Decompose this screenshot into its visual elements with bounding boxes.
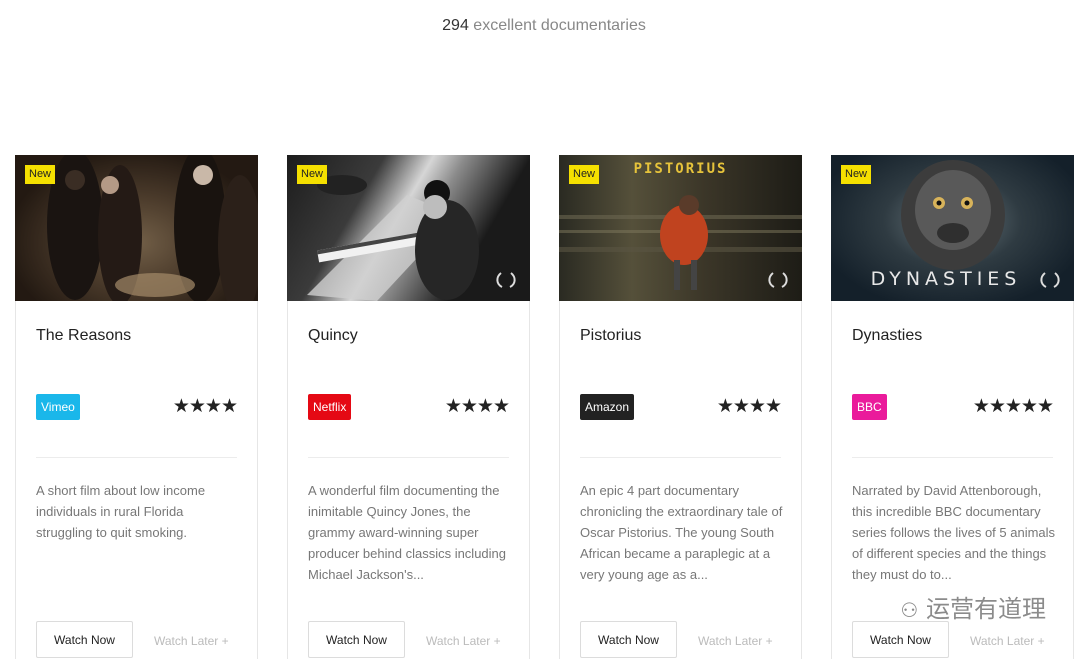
documentary-count: 294 excellent documentaries <box>0 17 1080 35</box>
laurel-icon <box>1040 272 1060 288</box>
card-title[interactable]: Pistorius <box>580 327 641 345</box>
star-rating: ★★★★ <box>716 396 782 417</box>
card-divider <box>580 457 781 458</box>
watch-now-button[interactable]: Watch Now <box>580 621 677 658</box>
thumbnail-image[interactable]: New <box>287 155 530 301</box>
watch-now-button[interactable]: Watch Now <box>852 621 949 658</box>
documentary-card: New The Reasons Vimeo ★★★★ A short film … <box>15 155 258 659</box>
card-title[interactable]: The Reasons <box>36 327 131 345</box>
new-badge: New <box>569 165 600 184</box>
new-badge: New <box>25 165 56 184</box>
provider-badge: Netflix <box>308 394 352 420</box>
documentary-card: DYNASTIES New Dynasties BBC ★★★★★ Narrat… <box>831 155 1074 659</box>
new-badge: New <box>841 165 872 184</box>
thumbnail-image[interactable]: New <box>15 155 258 301</box>
watch-now-button[interactable]: Watch Now <box>308 621 405 658</box>
watch-later-link[interactable]: Watch Later + <box>698 634 773 648</box>
card-description: A wonderful film documenting the inimita… <box>308 483 507 582</box>
card-title[interactable]: Dynasties <box>852 327 922 345</box>
laurel-icon <box>768 272 788 288</box>
watermark-text: 运营有道理 <box>926 595 1046 623</box>
thumbnail-image[interactable]: PISTORIUS New <box>559 155 802 301</box>
watch-now-button[interactable]: Watch Now <box>36 621 133 658</box>
provider-badge: BBC <box>852 394 887 420</box>
star-rating: ★★★★ <box>172 396 238 417</box>
card-description: An epic 4 part documentary chronicling t… <box>580 483 783 582</box>
provider-badge: Amazon <box>580 394 635 420</box>
wechat-icon: ⚇ <box>900 598 919 622</box>
count-label: excellent documentaries <box>473 17 646 34</box>
card-divider <box>36 457 237 458</box>
watch-later-link[interactable]: Watch Later + <box>154 634 229 648</box>
card-divider <box>308 457 509 458</box>
thumbnail-title: DYNASTIES <box>870 268 1022 290</box>
card-description: Narrated by David Attenborough, this inc… <box>852 483 1056 582</box>
documentary-card: PISTORIUS New Pistorius Amazon ★★★★ An e… <box>559 155 802 659</box>
thumbnail-image[interactable]: DYNASTIES New <box>831 155 1074 301</box>
count-number: 294 <box>442 17 469 34</box>
star-rating: ★★★★★ <box>972 396 1054 417</box>
card-title[interactable]: Quincy <box>308 327 358 345</box>
card-description: A short film about low income individual… <box>36 483 206 540</box>
card-divider <box>852 457 1053 458</box>
watch-later-link[interactable]: Watch Later + <box>970 634 1045 648</box>
documentary-card: New Quincy Netflix ★★★★ A wonderful film… <box>287 155 530 659</box>
provider-badge: Vimeo <box>36 394 80 420</box>
laurel-icon <box>496 272 516 288</box>
watermark: ⚇ 运营有道理 <box>900 589 1046 624</box>
watch-later-link[interactable]: Watch Later + <box>426 634 501 648</box>
new-badge: New <box>297 165 328 184</box>
star-rating: ★★★★ <box>444 396 510 417</box>
